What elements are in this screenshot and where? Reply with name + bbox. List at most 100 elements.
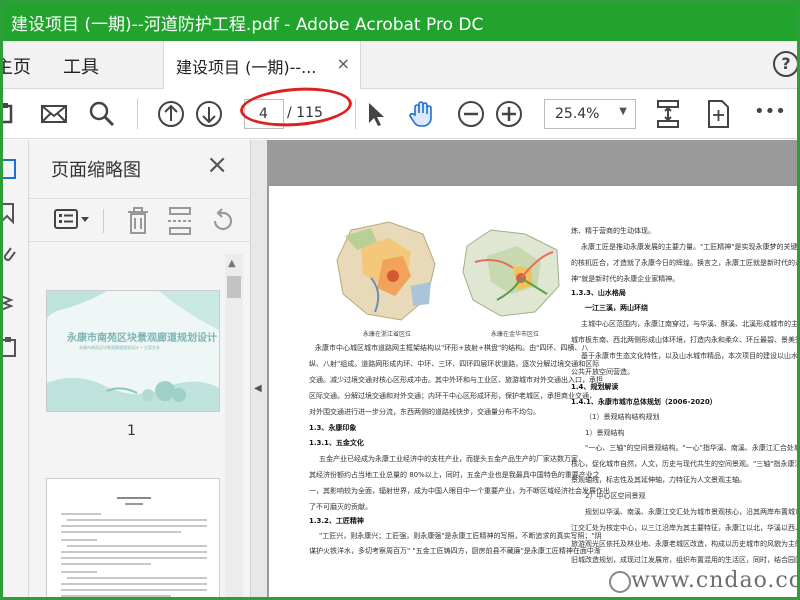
doc-text: 景观轴线，标志性及其延伸轴，力特征为人文景观主轴。 [571, 476, 746, 484]
title-bar: 建设项目 (一期)--河道防护工程.pdf - Adobe Acrobat Pr… [3, 3, 797, 41]
doc-text: 主城中心区范围内，永康江南穿过，与华溪、酥溪、北溪形成城市的主要水系网络。 [581, 320, 798, 328]
doc-heading: 1.3.2、工匠精神 [309, 517, 364, 525]
doc-text: 了不可磨灭的贡献。 [309, 503, 372, 511]
doc-text: 2）中心区空间景观 [585, 492, 646, 500]
doc-text: 江交汇处为核定中心，以三江沿岸为其主要特征，永康江以北，华溪以西、华溪以西，以科… [571, 524, 797, 532]
doc-text: "工匠兴，则永康兴；工匠强，则永康强"是永康工匠精神的写照，不断追求的真实写照；… [319, 532, 602, 540]
panel-splitter[interactable]: ◀ [251, 140, 267, 597]
doc-heading: 1.3、永康印象 [309, 424, 357, 432]
layers-icon[interactable] [3, 290, 19, 312]
scroll-up-arrow-icon[interactable]: ▲ [228, 258, 236, 269]
close-tab-icon[interactable]: × [337, 54, 350, 73]
panel-divider [103, 209, 104, 233]
page-thumbnail-1[interactable]: 永康市南苑区块景观廊道规划设计 永康市南苑区块景观廊道规划设计 • 方案文本 [46, 290, 220, 412]
doc-text: 炼、精于营商的生动体现。 [571, 227, 655, 235]
doc-heading: 1.4、规划解读 [571, 383, 619, 391]
doc-text: 城市板东南、西北两侧形成山体环境，打造内永和柔众、环丘最碧、景美秀的的建筑环境。 [571, 336, 797, 344]
window-title: 建设项目 (一期)--河道防护工程.pdf - Adobe Acrobat Pr… [11, 15, 484, 35]
toolbar-divider [137, 99, 138, 129]
tab-document[interactable]: 建设项目 (一期)--... × [163, 41, 361, 89]
rotate-icon[interactable] [209, 207, 235, 235]
acrobat-window: 建设项目 (一期)--河道防护工程.pdf - Adobe Acrobat Pr… [0, 0, 800, 600]
left-rail [3, 140, 29, 597]
thumb-text-line [117, 497, 151, 499]
attachment-icon[interactable] [3, 244, 19, 266]
watermark: www.cndao.com [631, 568, 797, 593]
scrollbar-thumb[interactable] [227, 276, 241, 298]
doc-text: 五金产业已经成为永康工业经济中的支柱产业，而提头五金产品生产的厂家达数万家， [319, 455, 585, 463]
doc-heading: 1.3.1、五金文化 [309, 439, 364, 447]
cover-title: 永康市南苑区块景观廊道规划设计 [67, 333, 217, 344]
delete-trash-icon[interactable] [125, 207, 151, 235]
thumb-text-line [61, 539, 97, 541]
thumb-text-line [61, 513, 101, 515]
thumb-text-line [61, 557, 207, 559]
fit-page-icon[interactable] [653, 99, 683, 129]
thumb-text-line [67, 577, 207, 579]
doc-text: 旧城改造规划，成现过江发展帘，组织布置混用的生活区，同时，结合园区的空间及其景观… [571, 556, 797, 564]
zoom-level-select[interactable]: 25.4% ▼ [544, 99, 636, 129]
thumbnail-page-number: 1 [127, 423, 136, 439]
help-icon[interactable]: ? [773, 51, 797, 77]
thumb-text-line [61, 595, 171, 597]
doc-text: 谋护火铁洋水，多切考察周百万" "五金工匠铸四方，厨房前县不藏廉"是永康工匠精神… [309, 547, 601, 555]
doc-text: 一，其影响较为全面，辐射世界，成为中国人眼目中一个重要产业，为不断区域经济社会发… [309, 487, 610, 495]
page-thumbnails-icon[interactable] [3, 158, 19, 180]
thumb-text-line [125, 503, 143, 505]
map-caption-2: 永康在金华市区位 [491, 331, 540, 338]
thumbnail-scrollbar[interactable]: ▲ [225, 254, 243, 597]
doc-text: 旅游观光区依托及林业地、永康老城区改造，构成以历史城市的风貌为主的景观，永康江以… [571, 540, 797, 548]
thumb-text-line [61, 551, 207, 553]
select-arrow-icon[interactable] [361, 99, 391, 129]
tab-home[interactable]: 主页 [3, 53, 31, 79]
thumb-text-line [61, 571, 97, 573]
doc-text: 纵、八射"组成。道路网形成内环、中环、三环、四环四层环状道路，逐次分解过境交通和… [309, 360, 600, 368]
doc-text: 神"就是新时代的永康企业家精神。 [571, 275, 680, 283]
cover-illustration [47, 291, 219, 411]
next-page-icon[interactable] [194, 99, 224, 129]
hand-tool-icon[interactable] [407, 99, 437, 129]
map-caption-1: 永康在浙江省区位 [363, 331, 412, 338]
zoom-out-icon[interactable] [456, 99, 486, 129]
previous-page-icon[interactable] [156, 99, 186, 129]
tab-document-label: 建设项目 (一期)--... [176, 58, 317, 77]
jinhua-location-map [462, 229, 560, 317]
doc-heading: 1.3.3、山水格局 [571, 289, 626, 297]
doc-text: 对外围交通进行进一步分流，东西两侧的道路线快步，交通量分布不均匀。 [309, 408, 540, 416]
thumb-text-line [67, 545, 207, 547]
cover-subtitle: 永康市南苑区块景观廊道规划设计 • 方案文本 [79, 345, 160, 350]
more-options-icon[interactable]: ••• [754, 101, 786, 122]
search-icon[interactable] [87, 99, 117, 129]
thumb-text-line [61, 583, 207, 585]
bookmark-icon[interactable] [3, 202, 19, 224]
zhejiang-location-map [336, 221, 436, 321]
doc-text: 的核机匠合，才造就了永康今日的辉煌。换言之，永康工匠就是新时代的永康企业家。"工 [571, 259, 797, 267]
doc-heading: 1.4.1、永康市城市总体规划（2006-2020） [571, 398, 717, 406]
mail-icon[interactable] [39, 99, 69, 129]
tab-tools[interactable]: 工具 [63, 53, 99, 79]
doc-text: 区际交通。分解过境交通和对外交通；内环干中心区形成环形，保护老城区，承担商业交通… [309, 392, 596, 400]
document-page[interactable]: 永康在浙江省区位 永康在金华市区位 永康市中心城区城市道路网主框架结构以"环形+… [269, 186, 798, 597]
zoom-in-icon[interactable] [494, 99, 524, 129]
thumb-text-line [61, 531, 181, 533]
thumb-text-line [61, 563, 151, 565]
doc-text: 交通。减少过境交通对核心区形成冲击。其中外环和与工业区、旅游城市对外交通出入口，… [309, 376, 603, 384]
extract-pages-icon[interactable] [167, 207, 193, 235]
clipboard-icon[interactable] [3, 336, 19, 358]
doc-heading: 一江三溪，两山环绕 [585, 304, 648, 312]
doc-text: （1）景观结构结构规划 [585, 413, 660, 421]
save-icon[interactable] [0, 99, 27, 129]
close-panel-icon[interactable]: × [206, 150, 228, 180]
thumb-text-line [67, 519, 207, 521]
doc-text: 永康工匠是推动永康发展的主要力量。"工匠精神"是实现永康梦的关键因素。正 [581, 243, 798, 251]
tab-bar: 主页 工具 建设项目 (一期)--... × ? [3, 41, 797, 89]
page-thumbnail-2[interactable] [46, 478, 220, 597]
doc-text: 核心，促化城市自然，人文，历史与现代共生的空间景观。"三轴"指永康江、南溪滨河景… [571, 460, 797, 468]
toolbar-divider [355, 99, 356, 129]
zoom-level-value: 25.4% [555, 106, 600, 122]
watermark-logo [609, 571, 631, 593]
full-screen-icon[interactable] [703, 99, 733, 129]
doc-text: 1）景观结构 [585, 429, 625, 437]
thumbnail-options-icon[interactable] [53, 207, 93, 233]
collapse-panel-arrow-icon[interactable]: ◀ [254, 383, 262, 394]
